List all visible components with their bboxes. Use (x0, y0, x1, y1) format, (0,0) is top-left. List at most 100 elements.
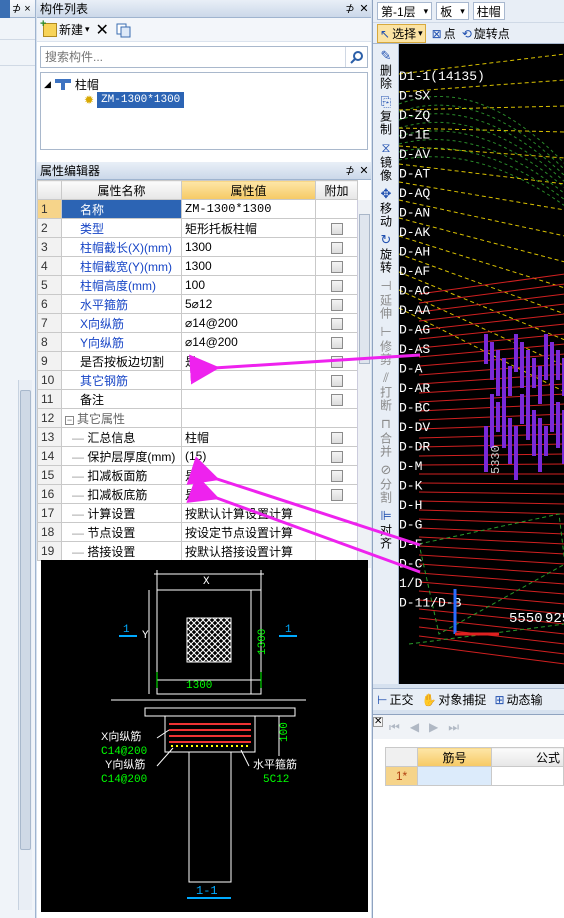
attr-row[interactable]: 12− 其它属性 (37, 408, 358, 428)
vtool-6[interactable]: ⊢ 修剪 (373, 324, 399, 366)
header-extra[interactable]: 附加 (315, 180, 358, 200)
extra-checkbox[interactable] (330, 336, 343, 349)
last-page-icon[interactable]: ⏭ (448, 720, 459, 735)
attr-value[interactable]: 柱帽 (181, 427, 316, 447)
attr-row[interactable]: 11 备注 (37, 389, 358, 409)
floor-select[interactable]: 第-1层 ▾ (377, 2, 433, 20)
header-name[interactable]: 属性名称 (61, 180, 182, 200)
extra-checkbox[interactable] (330, 241, 343, 254)
category-select[interactable]: 板 ▾ (436, 2, 469, 20)
tree-node-root[interactable]: ◢ 柱帽 (44, 76, 364, 92)
search-input[interactable] (41, 47, 345, 67)
attr-row[interactable]: 14— 保护层厚度(mm) (15) (37, 446, 358, 466)
attr-value[interactable] (181, 389, 316, 409)
attr-row[interactable]: 19— 搭接设置 按默认搭接设置计算 (37, 541, 358, 561)
collapse-icon[interactable]: − (65, 415, 74, 425)
scrollbar-thumb[interactable] (359, 214, 370, 364)
attr-row[interactable]: 9 是否按板边切割 是 (37, 351, 358, 371)
attr-value[interactable] (181, 370, 316, 390)
extra-checkbox[interactable] (330, 279, 343, 292)
vtool-7[interactable]: ⫽ 打断 (373, 370, 399, 412)
attr-value[interactable]: (15) (181, 446, 316, 466)
copy-button[interactable] (115, 22, 131, 38)
vtool-4[interactable]: ↻ 旋转 (373, 232, 399, 274)
attr-row[interactable]: 10 其它钢筋 (37, 370, 358, 390)
header-value[interactable]: 属性值 (181, 180, 316, 200)
attr-row[interactable]: 16— 扣减板底筋是 (37, 484, 358, 504)
extra-checkbox[interactable] (330, 374, 343, 387)
attr-row[interactable]: 2 类型 矩形托板柱帽 (37, 218, 358, 238)
attr-value[interactable]: 按默认计算设置计算 (181, 503, 316, 523)
vtool-10[interactable]: ⊫ 对齐 (373, 508, 399, 550)
attr-value[interactable]: 是 (181, 351, 316, 371)
rotate-point-button[interactable]: ⟲ 旋转点 (462, 25, 510, 42)
attr-row[interactable]: 15— 扣减板面筋是 (37, 465, 358, 485)
extra-checkbox[interactable] (330, 260, 343, 273)
extra-checkbox[interactable] (330, 222, 343, 235)
select-button[interactable]: ↖ 选择 ▾ (377, 24, 426, 43)
grid-header-bar-no[interactable]: 筋号 (417, 747, 492, 767)
extra-checkbox[interactable] (330, 469, 343, 482)
component-select[interactable]: 柱帽 (472, 2, 505, 20)
next-page-icon[interactable]: ▶ (429, 720, 438, 734)
dynamic-input-button[interactable]: ⊞ 动态输 (494, 691, 542, 708)
attr-row[interactable]: 3 柱帽截长(X)(mm) 1300 (37, 237, 358, 257)
attr-value[interactable]: 按默认搭接设置计算 (181, 541, 316, 561)
vtool-9[interactable]: ⊘ 分割 (373, 462, 399, 504)
attr-value[interactable]: 1300 (181, 237, 316, 257)
attr-row[interactable]: 1 名称 ZM-1300*1300 (37, 199, 358, 219)
attr-value[interactable]: 是 (181, 484, 316, 504)
close-icon[interactable]: ✕ (357, 164, 371, 177)
ortho-button[interactable]: ⊢ 正交 (377, 691, 413, 708)
attr-value[interactable]: 5⌀12 (181, 294, 316, 314)
scrollbar-thumb[interactable] (20, 390, 31, 850)
extra-checkbox[interactable] (330, 488, 343, 501)
attr-value[interactable]: ⌀14@200 (181, 332, 316, 352)
attr-value[interactable] (181, 408, 316, 428)
attr-value[interactable]: 矩形托板柱帽 (181, 218, 316, 238)
new-button[interactable]: 新建 ▾ (40, 18, 90, 38)
close-icon[interactable]: ✕ (373, 717, 383, 727)
attr-value[interactable]: ⌀14@200 (181, 313, 316, 333)
attr-value[interactable]: 是 (181, 465, 316, 485)
extra-checkbox[interactable] (330, 298, 343, 311)
point-button[interactable]: ⊠ 点 (432, 25, 456, 42)
grid-cell[interactable] (491, 766, 564, 786)
vtool-5[interactable]: ⊣ 延伸 (373, 278, 399, 320)
extra-checkbox[interactable] (330, 393, 343, 406)
extra-checkbox[interactable] (330, 450, 343, 463)
attr-row[interactable]: 18— 节点设置 按设定节点设置计算 (37, 522, 358, 542)
attr-row[interactable]: 5 柱帽高度(mm) 100 (37, 275, 358, 295)
tree-node-child[interactable]: ✹ ZM-1300*1300 (84, 92, 364, 108)
vtool-0[interactable]: ✎ 删除 (373, 48, 399, 90)
vtool-3[interactable]: ✥ 移动 (373, 186, 399, 228)
attr-row[interactable]: 8 Y向纵筋 ⌀14@200 (37, 332, 358, 352)
grid-cell[interactable] (417, 766, 492, 786)
vtool-2[interactable]: ⧖ 镜像 (373, 140, 399, 182)
attr-row[interactable]: 13— 汇总信息 柱帽 (37, 427, 358, 447)
object-snap-button[interactable]: ✋ 对象捕捉 (421, 691, 486, 708)
vtool-1[interactable]: ⎘ 复制 (373, 94, 399, 136)
attr-value[interactable]: ZM-1300*1300 (181, 199, 316, 219)
cad-canvas[interactable]: D1-1(14135) D-SX D-ZQ D-1E D-AV D-AT D-AQ D-AN D… (399, 44, 564, 684)
prev-page-icon[interactable]: ◀ (410, 720, 419, 734)
extra-checkbox[interactable] (330, 431, 343, 444)
pin-icon[interactable]: ⊅ (343, 2, 357, 15)
grid-header-formula[interactable]: 公式 (491, 747, 564, 767)
attr-row[interactable]: 17— 计算设置 按默认计算设置计算 (37, 503, 358, 523)
extra-checkbox[interactable] (330, 317, 343, 330)
delete-button[interactable]: ✕ (96, 20, 109, 40)
extra-checkbox[interactable] (330, 355, 343, 368)
attr-value[interactable]: 100 (181, 275, 316, 295)
vtool-8[interactable]: ⊓ 合并 (373, 416, 399, 458)
search-icon[interactable] (345, 47, 367, 67)
attr-value[interactable]: 按设定节点设置计算 (181, 522, 316, 542)
left-scrollbar[interactable] (18, 380, 32, 910)
attr-row[interactable]: 6 水平箍筋 5⌀12 (37, 294, 358, 314)
pin-icon[interactable]: ⊅ (343, 164, 357, 177)
first-page-icon[interactable]: ⏮ (389, 720, 400, 735)
attr-row[interactable]: 4 柱帽截宽(Y)(mm) 1300 (37, 256, 358, 276)
collapse-icon[interactable]: ◢ (44, 79, 51, 90)
attr-value[interactable]: 1300 (181, 256, 316, 276)
attr-scrollbar[interactable] (357, 200, 371, 568)
